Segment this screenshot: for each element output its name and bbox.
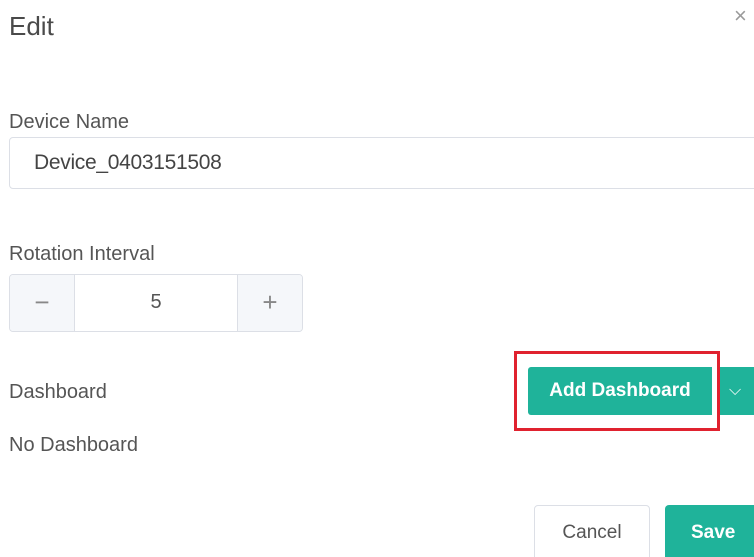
save-button[interactable]: Save <box>665 505 754 557</box>
increment-button[interactable]: + <box>237 275 302 331</box>
device-name-label: Device Name <box>9 111 130 133</box>
cancel-button[interactable]: Cancel <box>534 505 650 557</box>
edit-dialog: Edit × Device Name Device_0403151508 Rot… <box>0 0 754 557</box>
rotation-interval-stepper: − 5 + <box>9 274 303 332</box>
rotation-interval-input[interactable]: 5 <box>75 275 237 331</box>
device-name-input[interactable]: Device_0403151508 <box>9 137 754 189</box>
close-icon[interactable]: × <box>734 4 754 28</box>
decrement-button[interactable]: − <box>10 275 75 331</box>
rotation-interval-label: Rotation Interval <box>9 243 155 265</box>
chevron-down-icon[interactable]: ⌵ <box>719 367 754 415</box>
no-dashboard-text: No Dashboard <box>9 434 138 456</box>
dashboard-label: Dashboard <box>9 381 107 403</box>
dialog-title: Edit <box>9 11 54 41</box>
highlight-box <box>514 351 720 431</box>
